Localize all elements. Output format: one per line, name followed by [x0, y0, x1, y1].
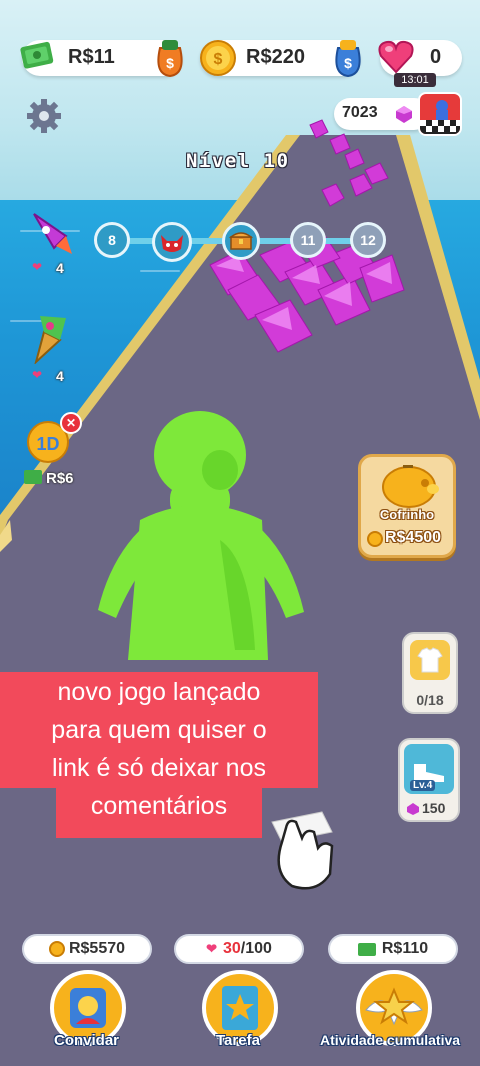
piggy-icon [382, 465, 439, 508]
task-heart-icon: ❤ [206, 941, 217, 956]
cumulative-label[interactable]: Atividade cumulativa [320, 1032, 460, 1048]
piggy-coin-icon [367, 531, 383, 547]
gem-value: 7023 [342, 104, 378, 121]
skins-button[interactable]: 0/18 [402, 632, 458, 714]
race-mode-icon[interactable] [418, 92, 462, 136]
piggy-value: R$4500 [385, 529, 442, 546]
cash-counter[interactable]: R$11 $ [20, 40, 183, 78]
heart-counter[interactable]: 0 [378, 40, 462, 76]
cash-icon [18, 38, 58, 74]
boss-node-icon [152, 222, 192, 262]
progress-node-8: 8 [94, 222, 130, 258]
coin-counter[interactable]: $ R$220 $ [198, 38, 361, 78]
coin-value: R$220 [246, 46, 305, 68]
svg-text:$: $ [214, 51, 223, 68]
coin-bag-icon[interactable]: $ [328, 34, 368, 78]
shoe-icon: Lv.4 [404, 744, 454, 794]
rocket-heart-icon: ❤ [32, 260, 43, 274]
rocket-count: 4 [56, 260, 64, 276]
hand-pointer-icon [262, 802, 342, 892]
piggy-bank-button[interactable]: Cofrinho R$4500 [358, 454, 456, 558]
caption-line-3: link é só deixar nos [0, 748, 318, 788]
shirt-icon [410, 640, 450, 680]
cumulative-reward-pill: R$110 [328, 934, 458, 964]
settings-gear-icon[interactable] [24, 96, 64, 136]
coin-icon: $ [198, 38, 238, 78]
upgrade-button[interactable]: Lv.4 150 [398, 738, 460, 822]
cumulative-cash-icon [357, 942, 376, 956]
svg-text:$: $ [344, 55, 352, 71]
offer-price: R$6 [46, 470, 74, 487]
svg-text:1D: 1D [36, 434, 59, 454]
task-current: 30 [222, 940, 241, 957]
upgrade-gem-icon [406, 802, 420, 816]
upgrade-level: Lv.4 [410, 780, 436, 791]
offer-cash-icon [24, 470, 42, 484]
progress-node-11: 11 [290, 222, 326, 258]
special-offer[interactable]: 1D ✕ R$6 [22, 412, 84, 490]
task-total: /100 [240, 940, 272, 957]
firework-count: 4 [56, 368, 64, 384]
offer-close-icon[interactable]: ✕ [60, 412, 82, 434]
chest-node-icon [222, 222, 260, 260]
heart-timer: 13:01 [394, 73, 436, 87]
gem-counter[interactable]: 7023 [334, 98, 430, 130]
heart-icon [376, 36, 416, 76]
caption-line-2: para quem quiser o [0, 710, 318, 750]
invite-label[interactable]: Convidar [54, 1032, 119, 1049]
firework-heart-icon: ❤ [32, 368, 43, 382]
progress-node-12: 12 [350, 222, 386, 258]
invite-reward-pill: R$5570 [22, 934, 152, 964]
rocket-booster[interactable]: ❤ 4 [26, 206, 76, 276]
task-progress-pill: ❤ 30 /100 [174, 934, 304, 964]
skins-count: 0/18 [416, 692, 444, 708]
heart-value: 0 [430, 46, 442, 68]
caption-line-4: comentários [56, 786, 262, 838]
invite-reward: R$5570 [68, 940, 126, 957]
cumulative-reward: R$110 [381, 940, 429, 957]
upgrade-cost: 150 [422, 800, 446, 816]
cash-value: R$11 [68, 46, 115, 68]
level-label: Nível 10 [186, 150, 290, 172]
invite-coin-icon [48, 941, 65, 957]
firework-booster[interactable]: ❤ 4 [26, 312, 76, 384]
caption-line-1: novo jogo lançado [0, 672, 318, 712]
svg-text:$: $ [166, 55, 174, 71]
gem-icon [394, 104, 414, 124]
piggy-label: Cofrinho [379, 507, 435, 522]
task-label[interactable]: Tarefa [216, 1032, 260, 1049]
cash-bag-icon[interactable]: $ [150, 34, 190, 78]
